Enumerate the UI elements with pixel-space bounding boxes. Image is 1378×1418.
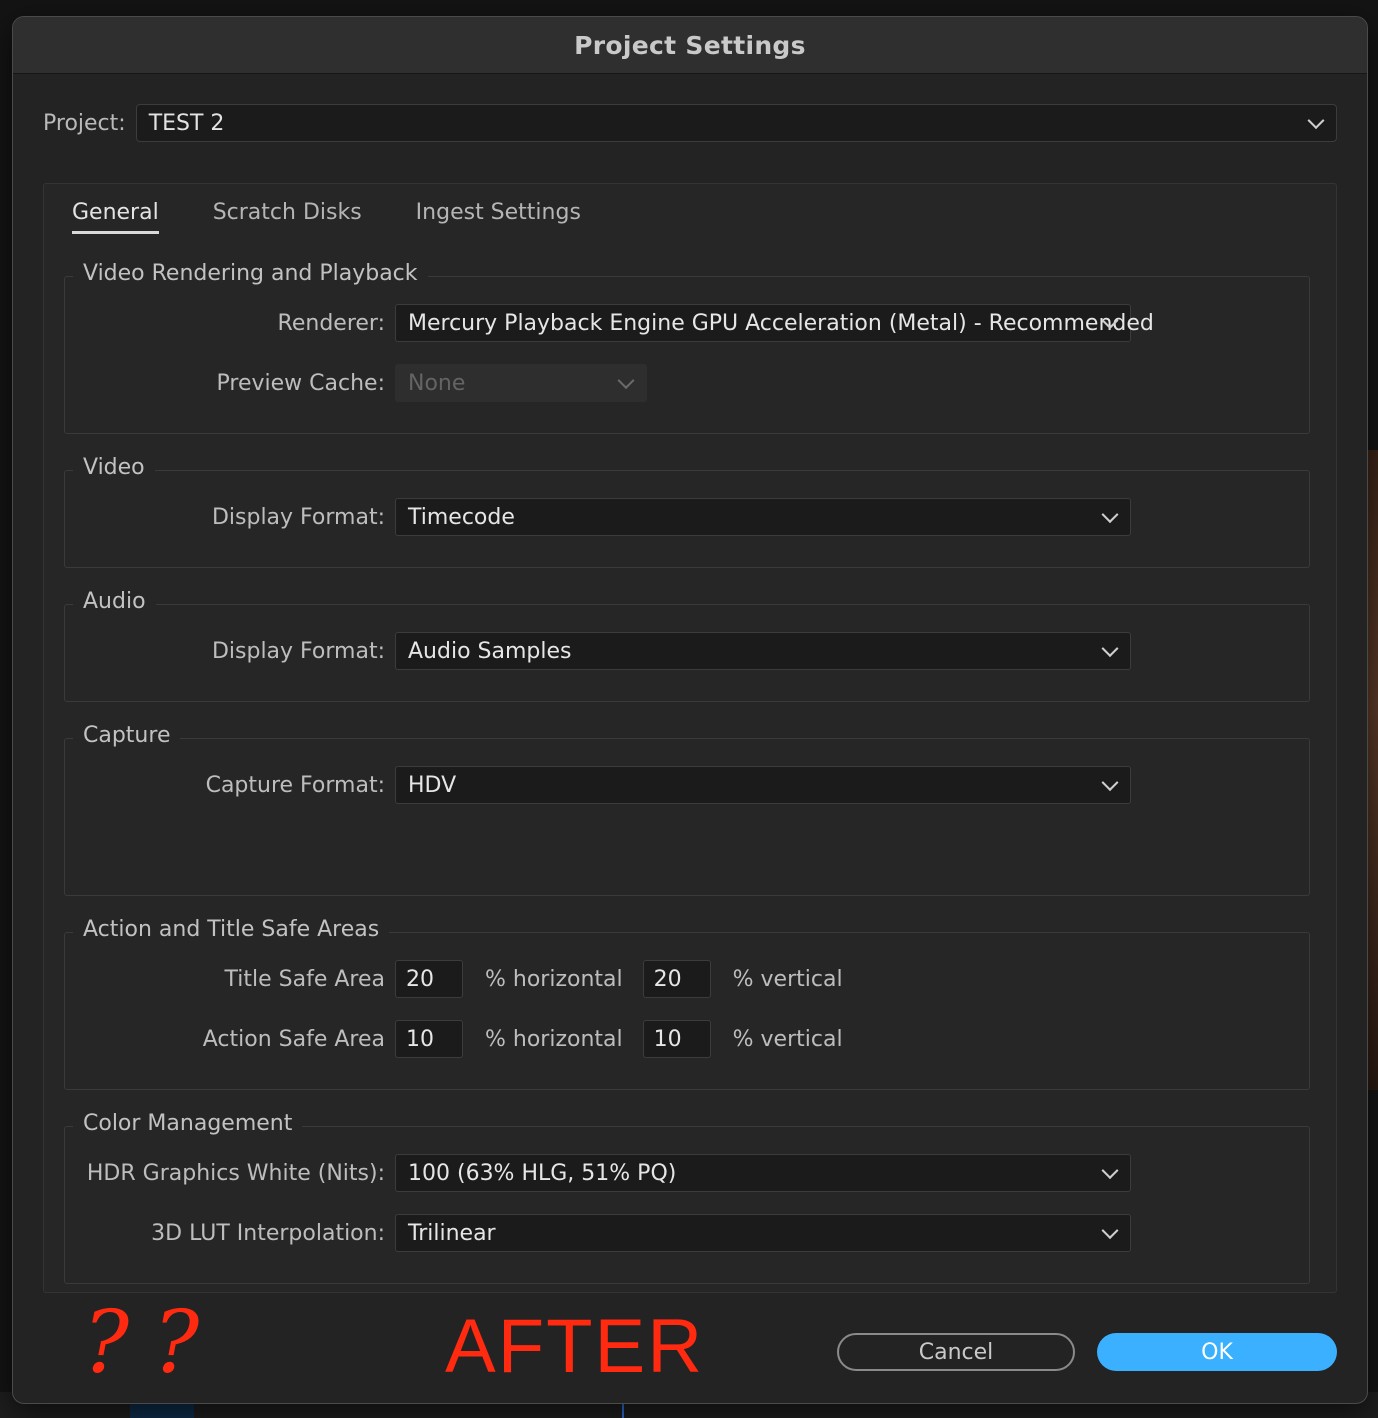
group-title-safe-areas: Action and Title Safe Areas <box>73 917 390 942</box>
tab-scratch-disks[interactable]: Scratch Disks <box>213 200 362 234</box>
tab-bar: General Scratch Disks Ingest Settings <box>72 200 635 234</box>
chevron-down-icon <box>1307 112 1325 130</box>
video-display-format-select[interactable]: Timecode <box>395 498 1131 536</box>
group-title-video: Video <box>73 455 155 480</box>
project-row: Project: TEST 2 <box>43 103 1337 143</box>
title-safe-row: Title Safe Area 20 % horizontal 20 % ver… <box>65 960 1309 998</box>
preview-cache-select: None <box>395 364 647 402</box>
preview-cache-row: Preview Cache: None <box>65 364 1309 402</box>
capture-format-value: HDV <box>408 772 457 798</box>
lut-select[interactable]: Trilinear <box>395 1214 1131 1252</box>
ok-button[interactable]: OK <box>1097 1333 1337 1371</box>
renderer-row: Renderer: Mercury Playback Engine GPU Ac… <box>65 304 1309 342</box>
lut-row: 3D LUT Interpolation: Trilinear <box>65 1214 1309 1252</box>
action-safe-horizontal-unit: % horizontal <box>485 1026 623 1052</box>
project-value: TEST 2 <box>148 110 225 136</box>
group-video: Video Display Format: Timecode <box>64 455 1310 568</box>
chevron-down-icon <box>1101 1162 1119 1180</box>
action-safe-vertical-input[interactable]: 10 <box>642 1020 711 1058</box>
lut-label: 3D LUT Interpolation: <box>151 1220 385 1246</box>
audio-display-format-row: Display Format: Audio Samples <box>65 632 1309 670</box>
project-label: Project: <box>43 110 126 136</box>
chevron-down-icon <box>1101 1222 1119 1240</box>
capture-format-select[interactable]: HDV <box>395 766 1131 804</box>
capture-format-row: Capture Format: HDV <box>65 766 1309 804</box>
video-display-format-value: Timecode <box>408 504 515 530</box>
group-color-management: Color Management HDR Graphics White (Nit… <box>64 1111 1310 1284</box>
title-safe-horizontal-unit: % horizontal <box>485 966 623 992</box>
preview-cache-value: None <box>408 370 466 396</box>
chevron-down-icon <box>1101 774 1119 792</box>
group-title-capture: Capture <box>73 723 181 748</box>
group-capture: Capture Capture Format: HDV <box>64 723 1310 896</box>
renderer-label: Renderer: <box>277 310 385 336</box>
group-video-rendering: Video Rendering and Playback Renderer: M… <box>64 261 1310 434</box>
group-title-color-management: Color Management <box>73 1111 303 1136</box>
project-select[interactable]: TEST 2 <box>135 104 1337 142</box>
title-safe-vertical-unit: % vertical <box>732 966 843 992</box>
project-settings-dialog: Project Settings Project: TEST 2 General… <box>12 16 1368 1404</box>
group-safe-areas: Action and Title Safe Areas Title Safe A… <box>64 917 1310 1090</box>
cancel-button[interactable]: Cancel <box>837 1333 1075 1371</box>
dialog-title: Project Settings <box>574 30 806 60</box>
hdr-white-row: HDR Graphics White (Nits): 100 (63% HLG,… <box>65 1154 1309 1192</box>
dialog-titlebar[interactable]: Project Settings <box>13 17 1367 74</box>
group-title-audio: Audio <box>73 589 156 614</box>
audio-display-format-select[interactable]: Audio Samples <box>395 632 1131 670</box>
title-safe-vertical-input[interactable]: 20 <box>642 960 711 998</box>
action-safe-label: Action Safe Area <box>202 1026 385 1052</box>
title-safe-horizontal-input[interactable]: 20 <box>395 960 463 998</box>
preview-cache-label: Preview Cache: <box>216 370 385 396</box>
renderer-select[interactable]: Mercury Playback Engine GPU Acceleration… <box>395 304 1154 342</box>
video-display-format-label: Display Format: <box>211 504 385 530</box>
tab-ingest-settings[interactable]: Ingest Settings <box>416 200 581 234</box>
action-safe-vertical-unit: % vertical <box>732 1026 843 1052</box>
background-tab <box>130 1402 194 1418</box>
title-safe-label: Title Safe Area <box>224 966 386 992</box>
action-safe-horizontal-input[interactable]: 10 <box>395 1020 463 1058</box>
action-safe-row: Action Safe Area 10 % horizontal 10 % ve… <box>65 1020 1309 1058</box>
audio-display-format-value: Audio Samples <box>408 638 572 664</box>
hdr-white-label: HDR Graphics White (Nits): <box>86 1160 385 1186</box>
tab-general[interactable]: General <box>72 200 159 234</box>
group-audio: Audio Display Format: Audio Samples <box>64 589 1310 702</box>
renderer-value: Mercury Playback Engine GPU Acceleration… <box>408 310 1154 336</box>
chevron-down-icon <box>1101 506 1119 524</box>
video-display-format-row: Display Format: Timecode <box>65 498 1309 536</box>
lut-value: Trilinear <box>408 1220 496 1246</box>
audio-display-format-label: Display Format: <box>211 638 385 664</box>
settings-panel: General Scratch Disks Ingest Settings Vi… <box>43 183 1337 1293</box>
group-title-video-rendering: Video Rendering and Playback <box>73 261 428 286</box>
chevron-down-icon <box>617 372 635 390</box>
hdr-white-select[interactable]: 100 (63% HLG, 51% PQ) <box>395 1154 1131 1192</box>
annotation-after: AFTER <box>445 1304 705 1389</box>
chevron-down-icon <box>1101 640 1119 658</box>
capture-format-label: Capture Format: <box>205 772 385 798</box>
annotation-question-marks: ?? <box>83 1293 224 1393</box>
hdr-white-value: 100 (63% HLG, 51% PQ) <box>408 1160 677 1186</box>
